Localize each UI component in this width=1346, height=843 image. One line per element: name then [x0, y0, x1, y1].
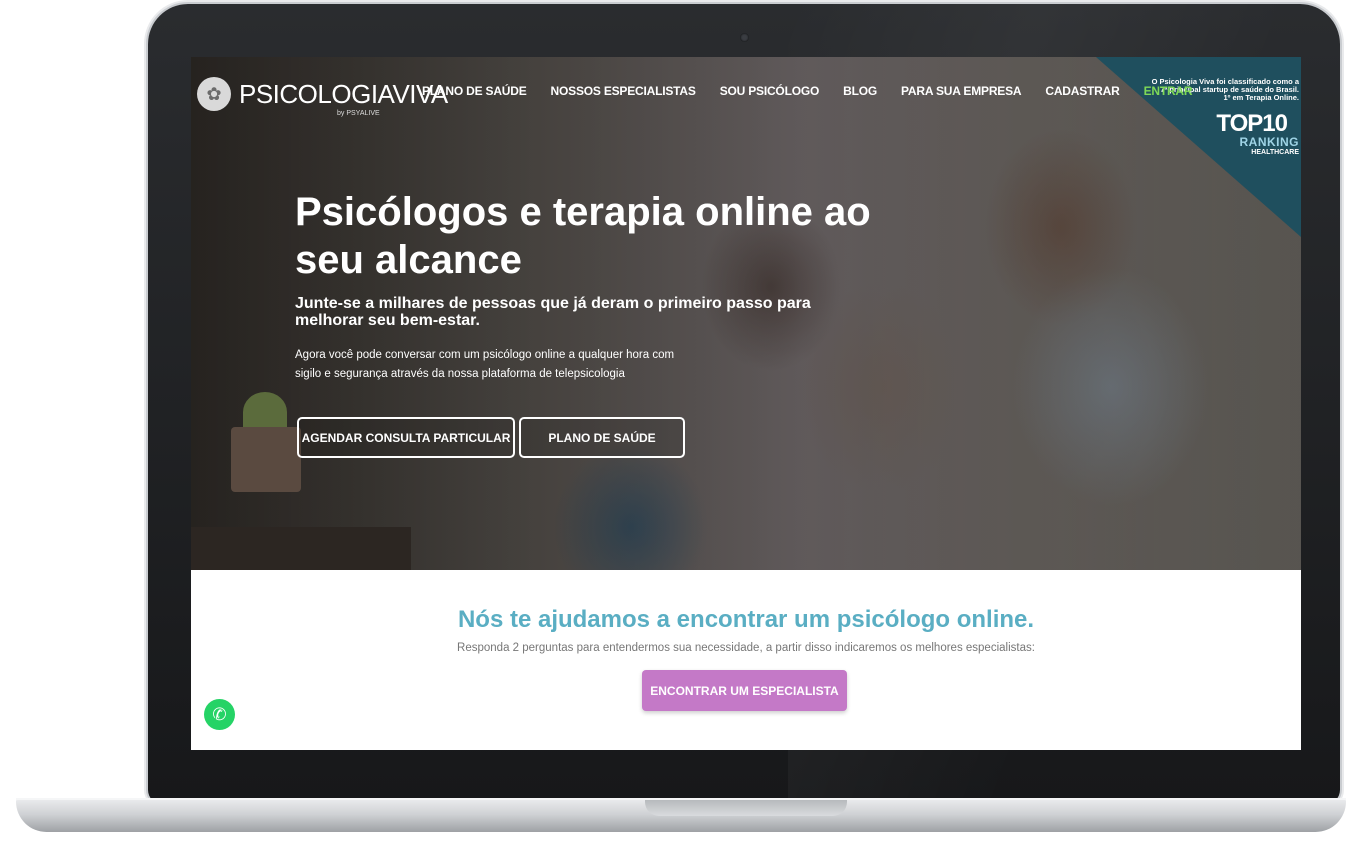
health-plan-button[interactable]: PLANO DE SAÚDE [519, 417, 685, 458]
site-logo[interactable]: ✿ PSICOLOGIAVIVA [197, 77, 448, 111]
shelf [191, 527, 411, 570]
top10-label: TOP10 [1216, 110, 1288, 137]
brand-name: PSICOLOGIAVIVA [239, 78, 448, 109]
brand-byline: by PSYALIVE [337, 110, 380, 117]
hero-subhead: Junte-se a milhares de pessoas que já de… [295, 295, 811, 329]
hero-body: Agora você pode conversar com um psicólo… [295, 349, 675, 380]
finder-subtitle: Responda 2 perguntas para entendermos su… [457, 642, 1035, 654]
whatsapp-icon[interactable]: ✆ [204, 699, 235, 730]
flower-logo-icon: ✿ [197, 77, 231, 111]
nav-blog[interactable]: BLOG [843, 84, 877, 98]
webcam [740, 33, 749, 42]
plant-pot [231, 427, 301, 492]
nav-specialists[interactable]: NOSSOS ESPECIALISTAS [551, 84, 696, 98]
schedule-private-button[interactable]: AGENDAR CONSULTA PARTICULAR [297, 417, 515, 458]
nav-signup[interactable]: CADASTRAR [1045, 84, 1119, 98]
hero-section: O Psicologia Viva foi classificado como … [191, 57, 1301, 570]
nav-health-plan[interactable]: PLANO DE SAÚDE [422, 84, 527, 98]
main-nav: PLANO DE SAÚDE NOSSOS ESPECIALISTAS SOU … [422, 84, 1193, 98]
healthcare-label: HEALTHCARE [1251, 149, 1299, 156]
ranking-label: RANKING [1239, 135, 1299, 149]
find-specialist-button[interactable]: ENCONTRAR UM ESPECIALISTA [642, 670, 847, 711]
nav-psychologist[interactable]: SOU PSICÓLOGO [720, 84, 820, 98]
nav-business[interactable]: PARA SUA EMPRESA [901, 84, 1022, 98]
browser-viewport: O Psicologia Viva foi classificado como … [191, 57, 1301, 750]
laptop-notch [645, 800, 847, 816]
nav-login[interactable]: ENTRAR [1144, 84, 1193, 98]
finder-title: Nós te ajudamos a encontrar um psicólogo… [457, 606, 1035, 633]
finder-section: Nós te ajudamos a encontrar um psicólogo… [191, 570, 1301, 750]
hero-headline: Psicólogos e terapia online ao seu alcan… [295, 190, 871, 282]
plant-decoration [243, 392, 287, 432]
